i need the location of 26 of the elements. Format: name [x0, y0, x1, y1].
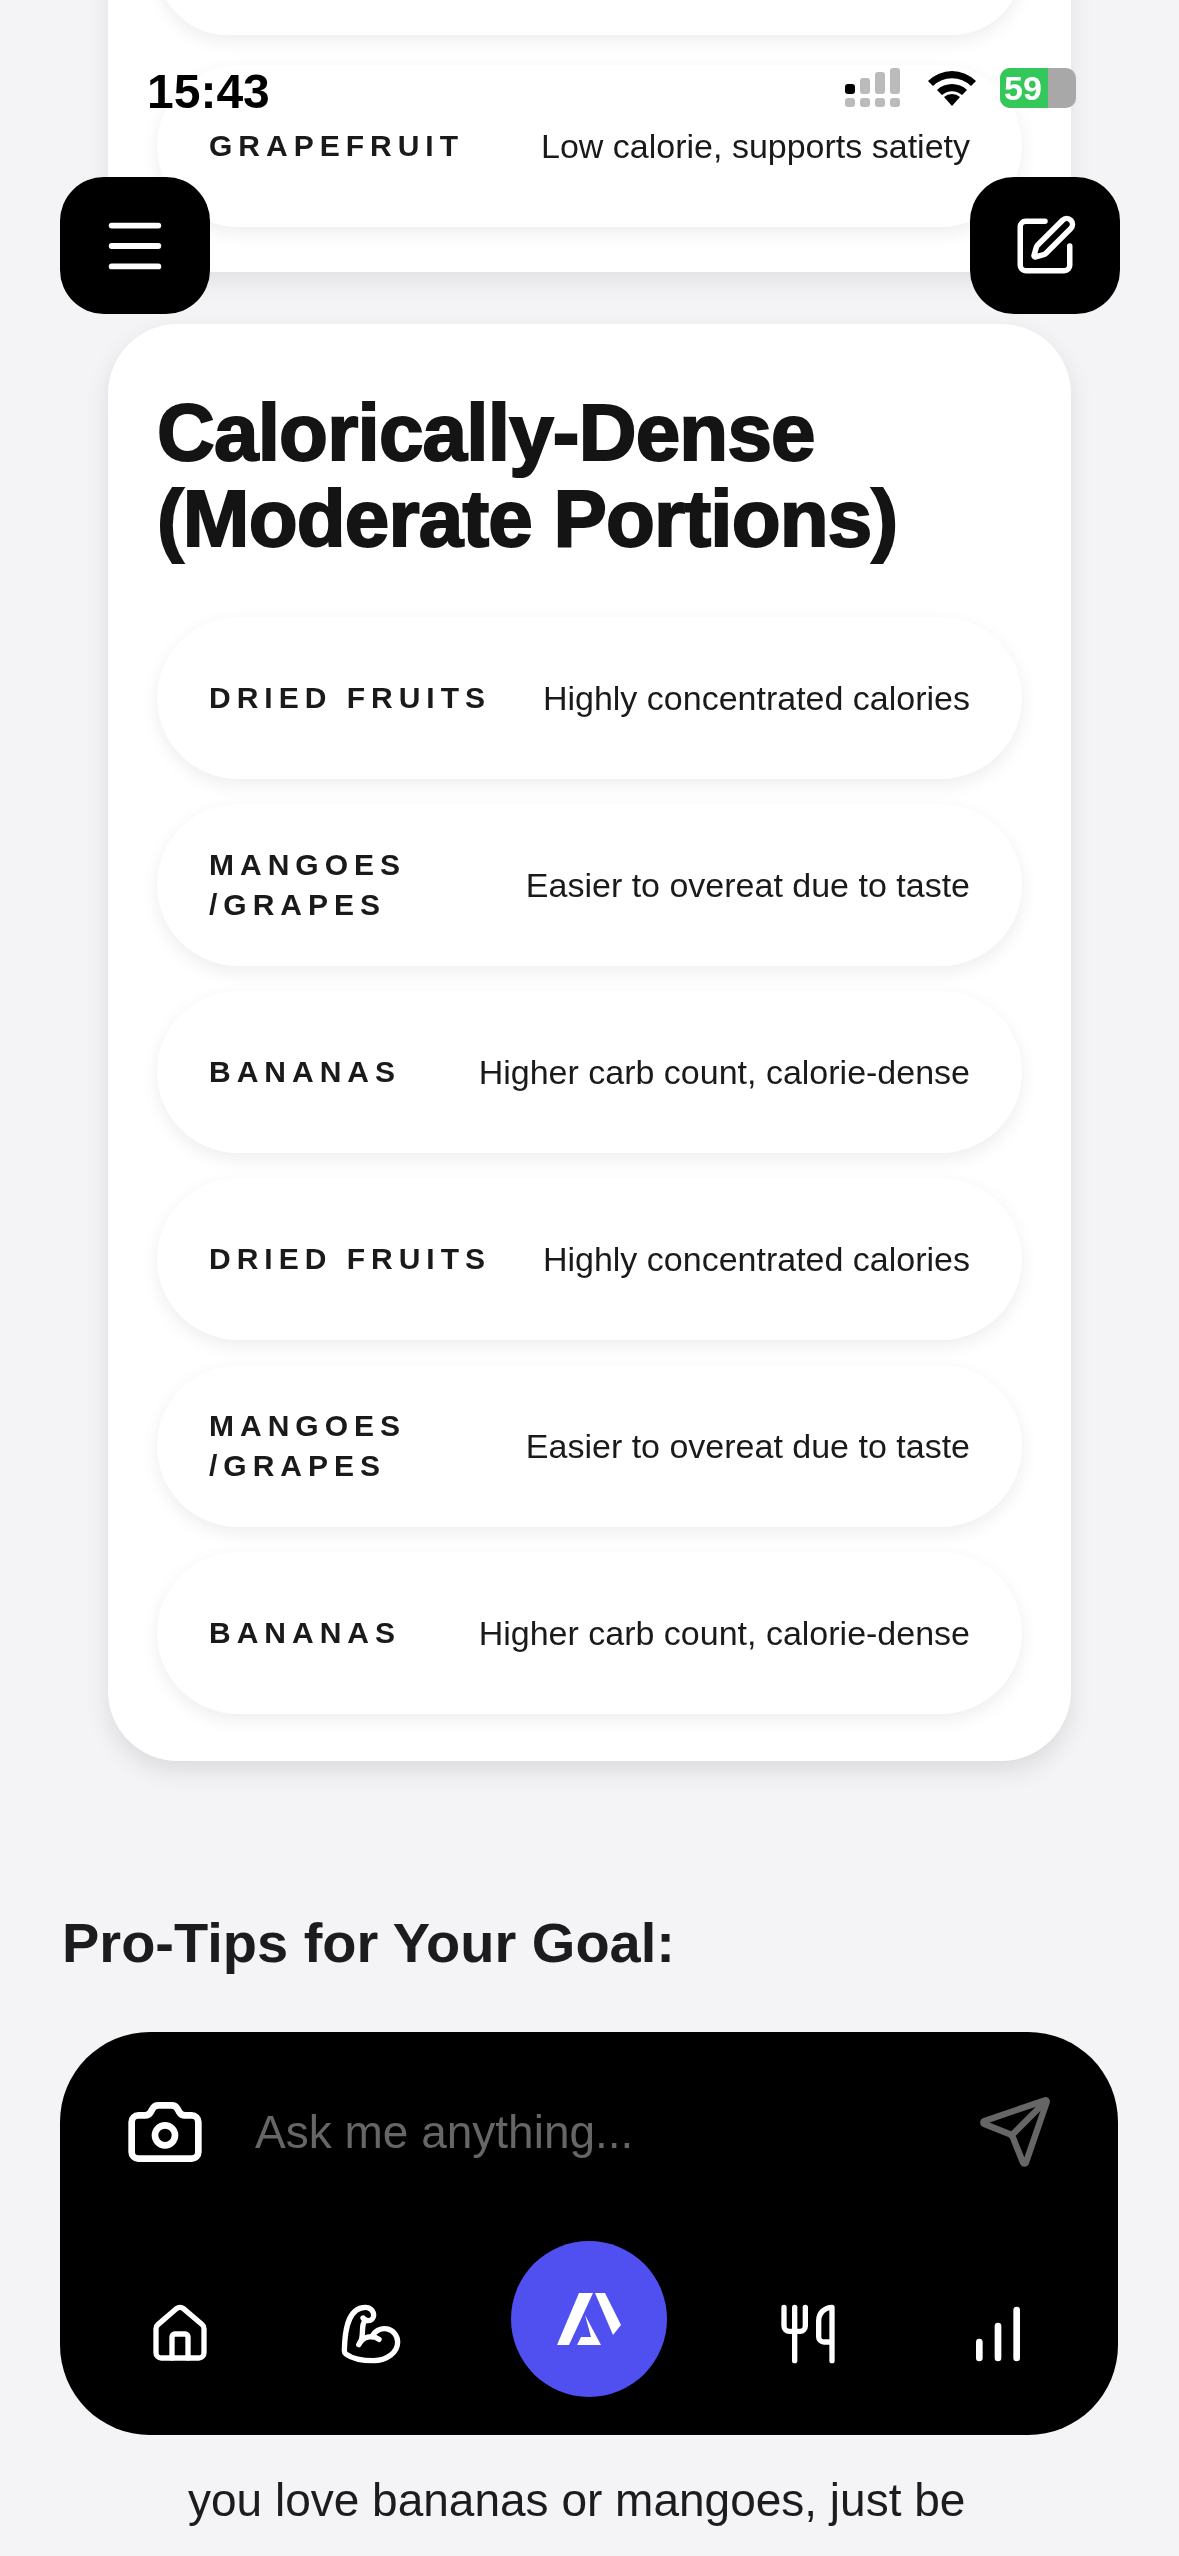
status-time: 15:43 [147, 64, 270, 120]
menu-button[interactable] [60, 177, 210, 314]
food-name: MANGOES /GRAPES [209, 847, 407, 923]
card-title: Calorically-Dense (Moderate Portions) [157, 390, 899, 562]
section-heading: Pro-Tips for Your Goal: [62, 1910, 676, 1976]
edit-button[interactable] [970, 177, 1120, 314]
chat-input[interactable]: Ask me anything... [255, 2097, 927, 2167]
signal-icon [845, 68, 901, 108]
food-note: Highly concentrated calories [542, 677, 970, 719]
food-name: GRAPEFRUIT [209, 128, 465, 164]
food-name: BANANAS [209, 1054, 402, 1090]
paragraph-line: you love bananas or mangoes, just be [188, 2473, 967, 2528]
battery-indicator: 59 [1000, 68, 1076, 108]
food-name: DRIED FRUITS [209, 680, 492, 716]
send-icon [977, 2094, 1053, 2170]
food-note: Easier to overeat due to taste [525, 1425, 970, 1467]
food-note: Low calorie, supports satiety [541, 125, 970, 167]
food-name: MANGOES /GRAPES [209, 1408, 407, 1484]
food-name: BANANAS [209, 1615, 402, 1651]
logo-icon [557, 2290, 621, 2347]
food-note: Higher carb count, calorie-dense [478, 1612, 970, 1654]
send-button[interactable] [977, 2094, 1053, 2170]
food-name: DRIED FRUITS [209, 1241, 492, 1277]
food-note: Highly concentrated calories [542, 1238, 970, 1280]
food-note: Higher carb count, calorie-dense [478, 1051, 970, 1093]
food-note: Easier to overeat due to taste [525, 864, 970, 906]
